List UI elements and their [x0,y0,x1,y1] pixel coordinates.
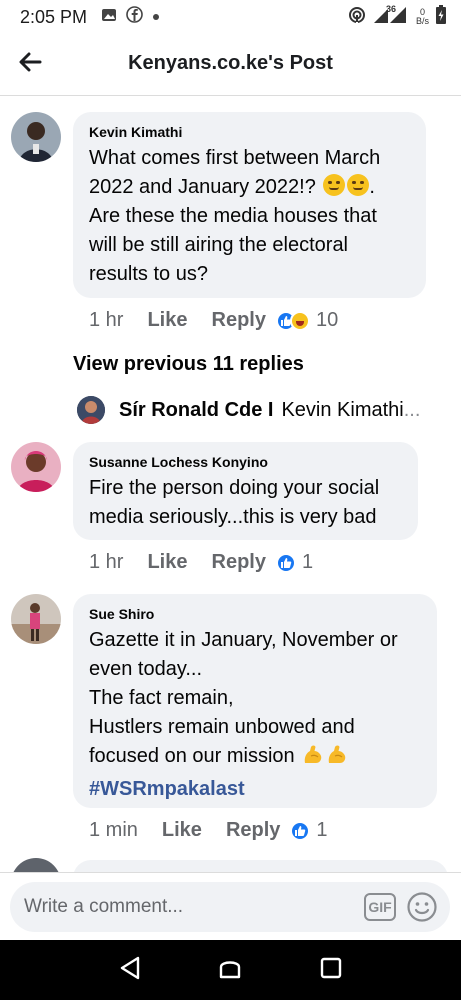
comment-bubble[interactable]: Sue Shiro Gazette it in January, Novembe… [73,594,437,808]
app-header: Kenyans.co.ke's Post [0,34,461,96]
smirk-face-icon [323,174,346,196]
avatar[interactable] [11,594,61,644]
comment-actions: 1 hr Like Reply 1 [89,551,313,574]
comment-composer: Write a comment... GIF [0,872,461,942]
page-title: Kenyans.co.ke's Post [128,52,333,74]
facebook-icon [126,6,143,28]
comment-time[interactable]: 1 hr [89,309,123,332]
comment-actions: 1 hr Like Reply 10 [89,309,338,332]
recents-square-icon [320,957,342,984]
smiley-icon[interactable] [406,891,438,923]
reactions[interactable]: 1 [275,551,314,574]
signal-icon: 36 [372,3,408,29]
avatar [77,396,105,424]
like-button[interactable]: Like [162,819,202,842]
network-type-label: 36 [385,3,396,14]
reply-ellipsis: ... [403,398,421,421]
reply-button[interactable]: Reply [226,819,280,842]
like-reaction-icon [275,552,296,573]
comment-bubble[interactable]: Kevin Kimathi What comes first between M… [73,112,426,298]
avatar[interactable] [11,442,61,492]
haha-reaction-icon [289,310,310,331]
like-button[interactable]: Like [147,309,187,332]
status-bar: 2:05 PM 36 0 B/s [0,0,461,34]
back-triangle-icon [119,956,141,985]
reactions[interactable]: 10 [275,309,339,332]
android-nav-bar [0,940,461,1000]
comment-input-placeholder: Write a comment... [24,896,184,917]
net-speed-unit: B/s [415,16,429,26]
comment-time[interactable]: 1 min [89,819,138,842]
reply-text: Kevin Kimathi [281,398,404,421]
reactions[interactable]: 1 [290,819,328,842]
reaction-count: 1 [316,819,328,841]
gif-button[interactable]: GIF [364,893,396,921]
hotspot-icon [348,6,366,29]
avatar[interactable] [11,112,61,162]
comment-author[interactable]: Sue Shiro [89,606,421,622]
smirk-face-icon [347,174,370,196]
nav-recents-button[interactable] [311,950,351,990]
nav-home-button[interactable] [210,950,250,990]
reply-button[interactable]: Reply [212,309,266,332]
battery-icon [435,4,447,30]
view-previous-replies-link[interactable]: View previous 11 replies [73,353,304,376]
comment-time[interactable]: 1 hr [89,551,123,574]
reply-button[interactable]: Reply [212,551,266,574]
reaction-count: 1 [301,551,314,573]
comment-text: Fire the person doing your social media … [89,477,380,528]
comment-input[interactable]: Write a comment... GIF [10,882,450,932]
comment-text: Gazette it in January, November or even … [89,626,421,804]
hashtag-link[interactable]: #WSRmpakalast [89,775,421,804]
dot-icon [152,8,160,26]
reaction-count: 10 [315,309,339,331]
comment-actions: 1 min Like Reply 1 [89,819,328,842]
comment-text: What comes first between March 2022 and … [89,147,381,285]
flexed-biceps-icon [302,744,324,775]
comment-bubble[interactable]: Susanne Lochess Konyino Fire the person … [73,442,418,540]
comment-author[interactable]: Susanne Lochess Konyino [89,454,402,470]
like-button[interactable]: Like [147,551,187,574]
gallery-icon [101,7,117,28]
status-time: 2:05 PM [20,6,88,27]
home-icon [218,956,242,985]
nav-back-button[interactable] [110,950,150,990]
reply-author: Sír Ronald Cde I [119,398,274,421]
reply-preview[interactable]: Sír Ronald Cde I Kevin Kimathi... [77,396,420,424]
like-reaction-icon [290,820,311,841]
flexed-biceps-icon [326,744,348,775]
comment-author[interactable]: Kevin Kimathi [89,124,410,140]
